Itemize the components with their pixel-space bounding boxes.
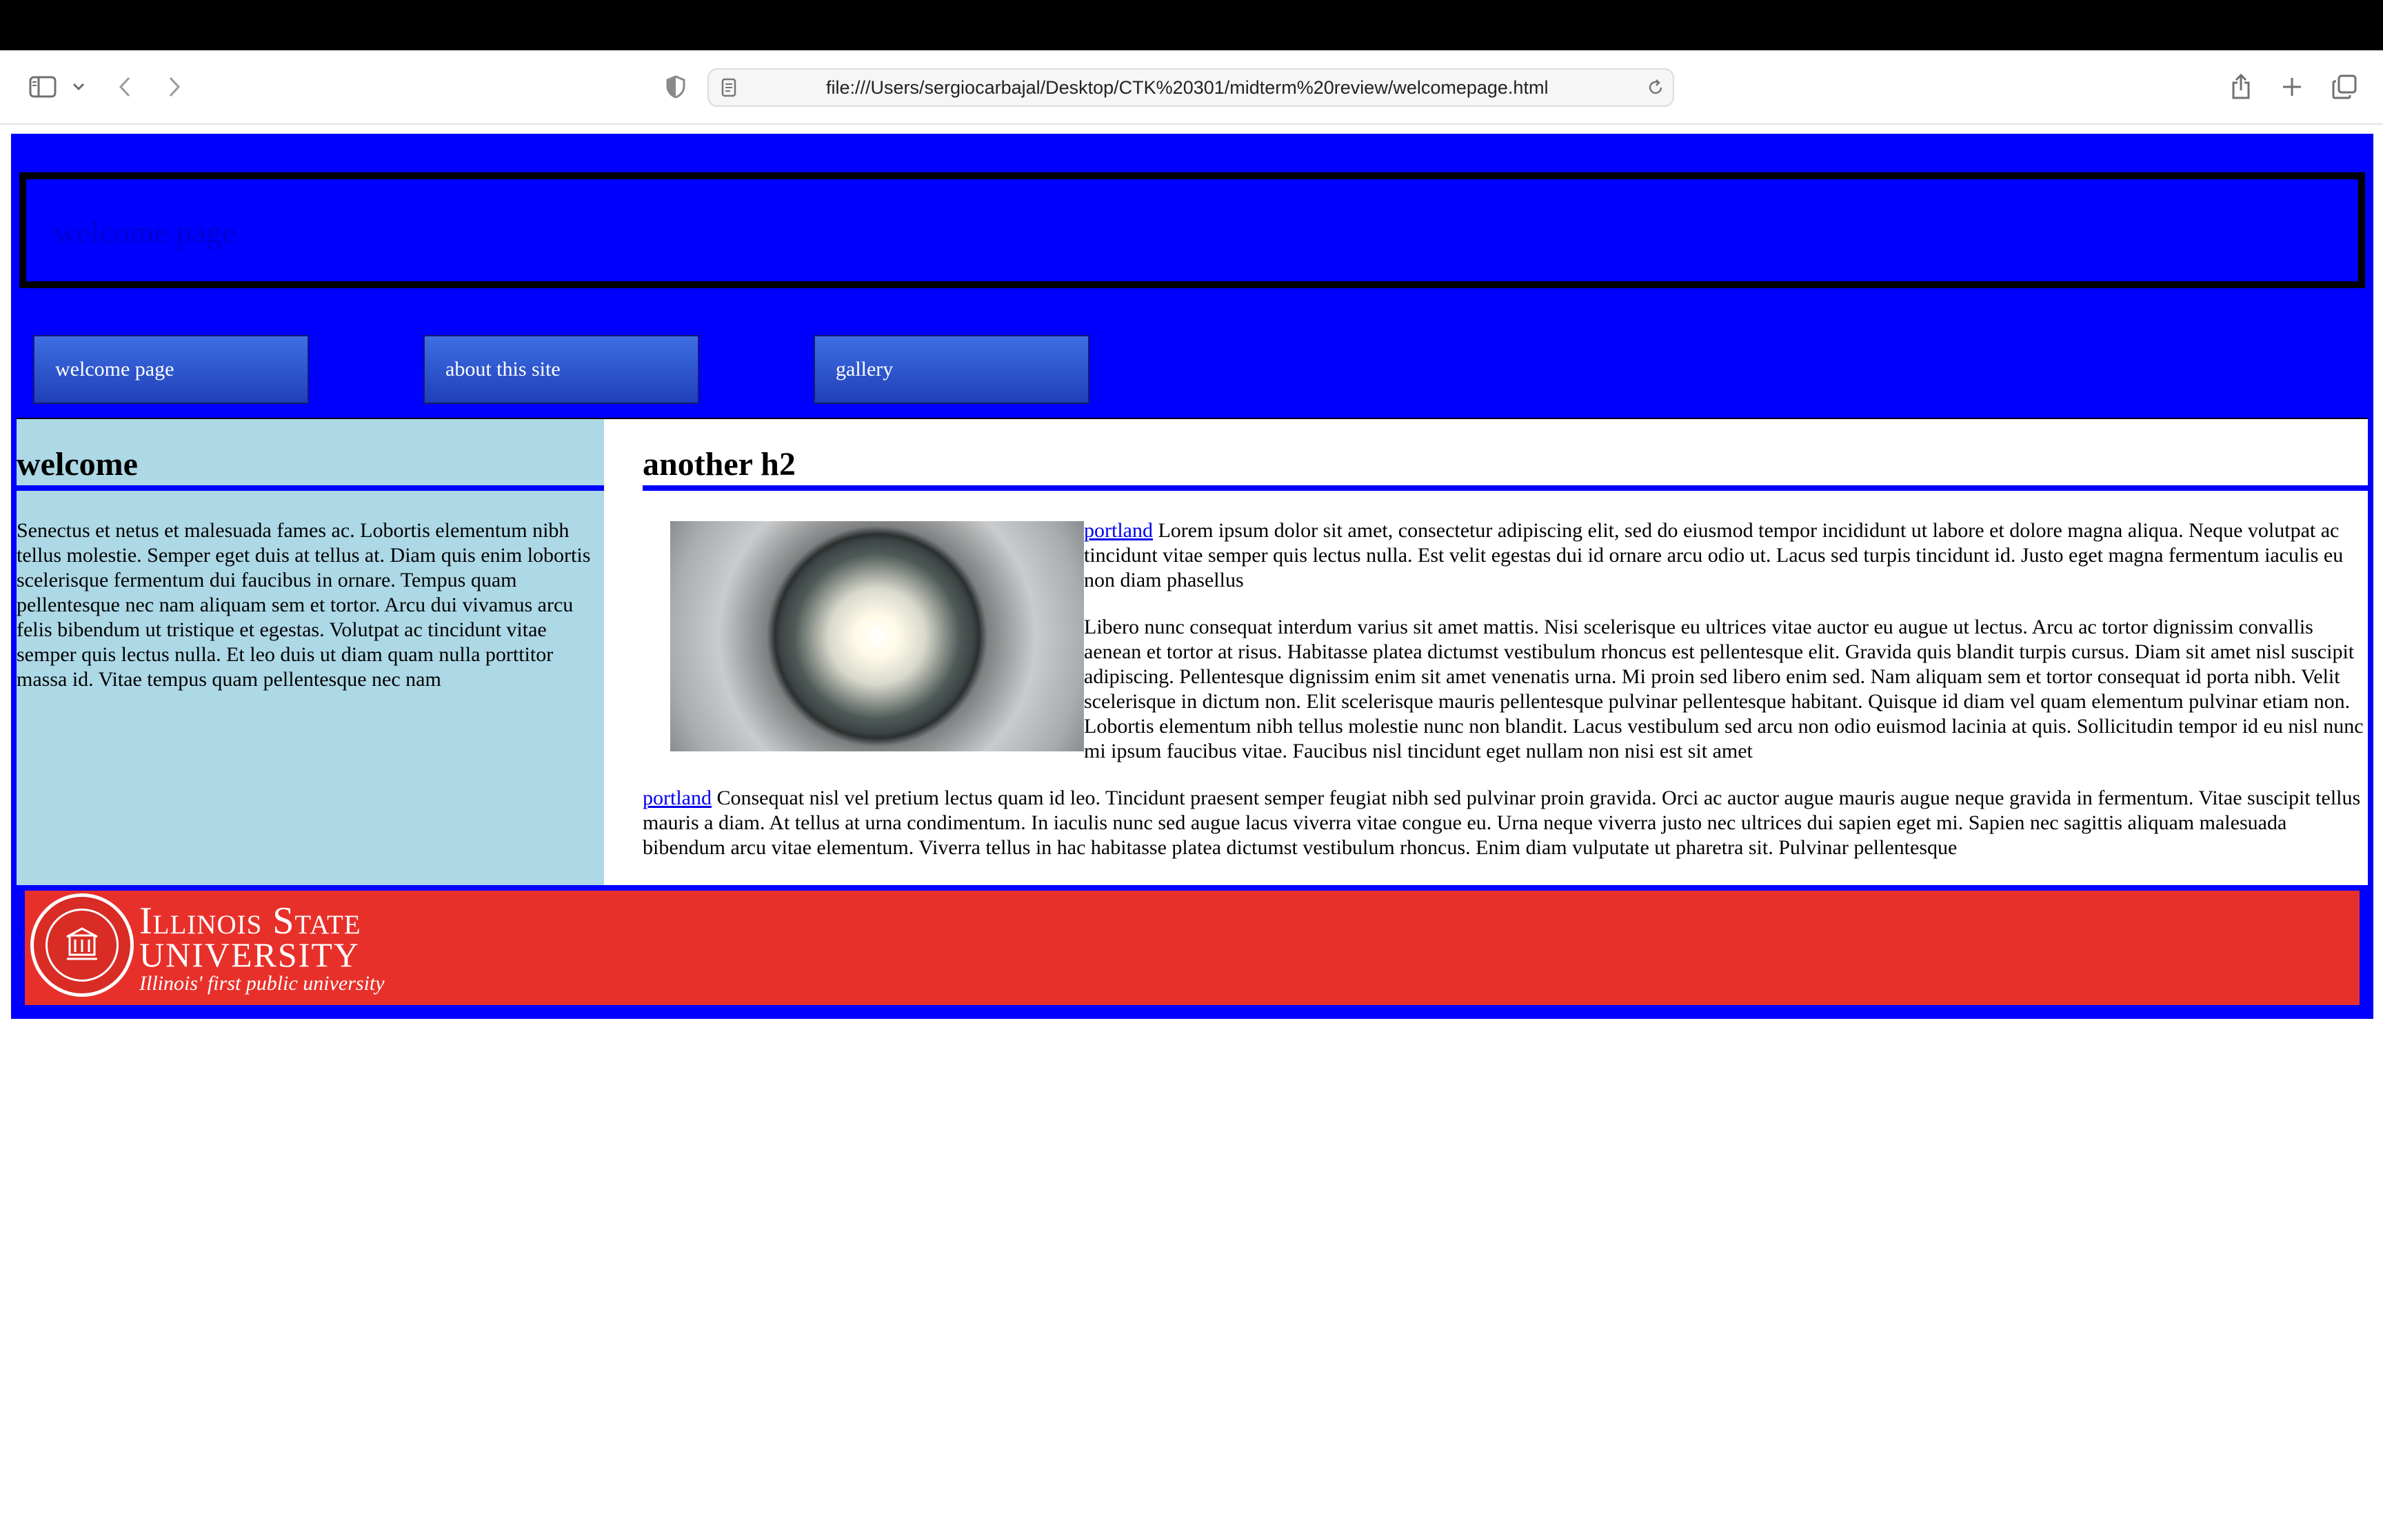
- main-paragraph-1: portland Lorem ipsum dolor sit amet, con…: [1084, 518, 2366, 593]
- chevron-down-icon[interactable]: [69, 71, 88, 103]
- site-header: welcome page: [19, 172, 2365, 288]
- logo-tagline: Illinois' first public university: [139, 972, 385, 995]
- paragraph-1-text: Lorem ipsum dolor sit amet, consectetur …: [1084, 519, 2344, 591]
- back-icon[interactable]: [114, 71, 135, 103]
- address-bar[interactable]: file:///Users/sergiocarbajal/Desktop/CTK…: [707, 68, 1674, 107]
- url-text[interactable]: file:///Users/sergiocarbajal/Desktop/CTK…: [826, 70, 1548, 105]
- main-paragraph-2: Libero nunc consequat interdum varius si…: [1084, 616, 2364, 762]
- page-icon: [718, 74, 739, 101]
- tab-overview-icon[interactable]: [2331, 71, 2358, 103]
- portland-link-1[interactable]: portland: [1084, 519, 1153, 542]
- paragraph-3-text: Consequat nisl vel pretium lectus quam i…: [643, 787, 2361, 859]
- window-top-strip: [0, 0, 2383, 50]
- page-container: welcome page welcome page about this sit…: [11, 134, 2373, 1019]
- privacy-shield-icon[interactable]: [663, 71, 688, 103]
- university-seal-icon: [30, 893, 134, 997]
- logo-line-2: UNIVERSITY: [139, 935, 360, 974]
- heading-rule: [17, 485, 604, 491]
- reload-icon[interactable]: [1645, 74, 1666, 101]
- nav-welcome-page[interactable]: welcome page: [33, 335, 309, 404]
- new-tab-icon[interactable]: [2280, 71, 2304, 103]
- main-heading: another h2: [643, 446, 796, 483]
- content-area: welcome Senectus et netus et malesuada f…: [17, 418, 2368, 885]
- featured-image: [670, 521, 1084, 751]
- share-icon[interactable]: [2229, 71, 2253, 103]
- nav-gallery[interactable]: gallery: [814, 335, 1089, 404]
- main-heading-rule: [643, 485, 2368, 491]
- left-sidebar: welcome Senectus et netus et malesuada f…: [17, 419, 604, 885]
- left-paragraph: Senectus et netus et malesuada fames ac.…: [17, 519, 591, 691]
- left-heading: welcome: [17, 446, 138, 483]
- browser-toolbar: file:///Users/sergiocarbajal/Desktop/CTK…: [0, 50, 2383, 125]
- sidebar-toggle-icon[interactable]: [26, 71, 59, 103]
- nav-about-this-site[interactable]: about this site: [423, 335, 699, 404]
- site-title: welcome page: [54, 214, 237, 250]
- main-paragraph-3: portland Consequat nisl vel pretium lect…: [643, 786, 2366, 860]
- portland-link-2[interactable]: portland: [643, 787, 712, 809]
- forward-icon[interactable]: [164, 71, 185, 103]
- site-footer: Illinois State UNIVERSITY Illinois' firs…: [25, 891, 2360, 1005]
